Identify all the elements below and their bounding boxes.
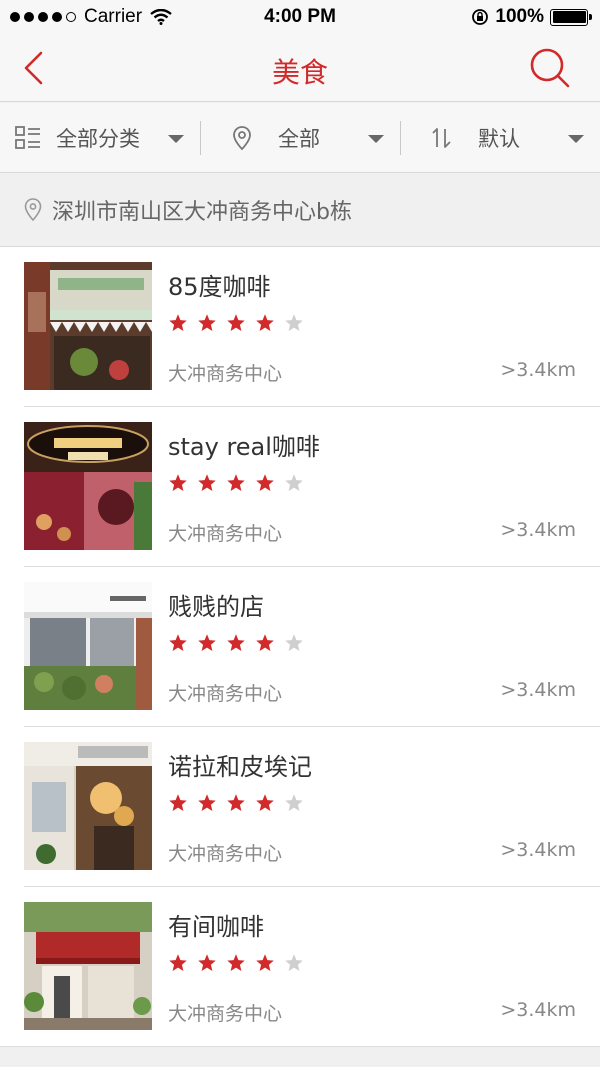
location-pin-icon: [24, 197, 42, 221]
navigation-bar: 美食: [0, 34, 600, 102]
sort-filter-label: 默认: [478, 126, 520, 151]
chevron-down-icon: [368, 135, 384, 143]
restaurant-distance: >3.4km: [500, 359, 576, 381]
star-filled-icon: [256, 314, 274, 331]
category-filter-label: 全部分类: [56, 126, 140, 151]
chevron-down-icon: [168, 135, 184, 143]
star-filled-icon: [198, 954, 216, 971]
restaurant-distance: >3.4km: [500, 839, 576, 861]
restaurant-name: 有间咖啡: [168, 913, 264, 941]
star-filled-icon: [198, 794, 216, 811]
list-item[interactable]: 有间咖啡 大冲商务中心 >3.4km: [0, 887, 600, 1047]
filter-bar: 全部分类 全部 默认: [0, 103, 600, 173]
star-filled-icon: [256, 474, 274, 491]
restaurant-photo: [24, 742, 152, 870]
rating-stars: [168, 793, 304, 813]
restaurant-name: 贱贱的店: [168, 593, 264, 621]
chevron-down-icon: [568, 135, 584, 143]
star-filled-icon: [227, 314, 245, 331]
page-title: 美食: [271, 56, 328, 89]
rotation-lock-icon: [472, 9, 489, 25]
rating-stars: [168, 953, 304, 973]
restaurant-area: 大冲商务中心: [168, 843, 283, 865]
star-filled-icon: [256, 634, 274, 651]
restaurant-photo: [24, 422, 152, 550]
category-filter[interactable]: 全部分类: [0, 103, 200, 172]
area-filter[interactable]: 全部: [200, 103, 400, 172]
star-filled-icon: [169, 314, 187, 331]
star-empty-icon: [285, 474, 303, 491]
star-empty-icon: [285, 314, 303, 331]
battery-icon: [550, 8, 592, 26]
restaurant-area: 大冲商务中心: [168, 363, 283, 385]
star-filled-icon: [227, 794, 245, 811]
restaurant-photo: [24, 262, 152, 390]
status-bar: Carrier 4:00 PM 100%: [0, 0, 600, 34]
chevron-left-icon: [24, 51, 43, 85]
restaurant-name: 85度咖啡: [168, 273, 271, 301]
star-empty-icon: [285, 954, 303, 971]
star-filled-icon: [169, 474, 187, 491]
current-location-bar[interactable]: 深圳市南山区大冲商务中心b栋: [0, 173, 600, 247]
restaurant-name: stay real咖啡: [168, 433, 320, 461]
rating-stars: [168, 633, 304, 653]
list-item[interactable]: 85度咖啡 大冲商务中心 >3.4km: [0, 247, 600, 407]
restaurant-photo: [24, 582, 152, 710]
list-item[interactable]: 贱贱的店 大冲商务中心 >3.4km: [0, 567, 600, 727]
restaurant-area: 大冲商务中心: [168, 1003, 283, 1025]
area-filter-label: 全部: [278, 126, 320, 151]
category-grid-icon: [15, 125, 40, 149]
list-item[interactable]: stay real咖啡 大冲商务中心 >3.4km: [0, 407, 600, 567]
current-location-text: 深圳市南山区大冲商务中心b栋: [52, 199, 352, 225]
restaurant-distance: >3.4km: [500, 679, 576, 701]
search-button[interactable]: [528, 46, 572, 90]
star-filled-icon: [169, 954, 187, 971]
list-item[interactable]: 诺拉和皮埃记 大冲商务中心 >3.4km: [0, 727, 600, 887]
restaurant-list: 85度咖啡 大冲商务中心 >3.4km stay real咖啡 大冲商务中心 >: [0, 247, 600, 1047]
star-filled-icon: [256, 794, 274, 811]
restaurant-area: 大冲商务中心: [168, 523, 283, 545]
star-empty-icon: [285, 634, 303, 651]
battery-info: 100%: [471, 6, 592, 28]
rating-stars: [168, 313, 304, 333]
location-pin-icon: [233, 125, 251, 150]
star-filled-icon: [198, 314, 216, 331]
star-filled-icon: [227, 474, 245, 491]
sort-icon: [432, 127, 451, 148]
star-empty-icon: [285, 794, 303, 811]
restaurant-distance: >3.4km: [500, 999, 576, 1021]
restaurant-area: 大冲商务中心: [168, 683, 283, 705]
star-filled-icon: [227, 954, 245, 971]
battery-percent: 100%: [495, 6, 544, 27]
sort-filter[interactable]: 默认: [400, 103, 600, 172]
star-filled-icon: [198, 634, 216, 651]
restaurant-photo: [24, 902, 152, 1030]
star-filled-icon: [169, 634, 187, 651]
restaurant-distance: >3.4km: [500, 519, 576, 541]
restaurant-name: 诺拉和皮埃记: [168, 753, 312, 781]
search-icon: [530, 48, 570, 88]
star-filled-icon: [227, 634, 245, 651]
star-filled-icon: [256, 954, 274, 971]
back-button[interactable]: [14, 46, 58, 90]
rating-stars: [168, 473, 304, 493]
star-filled-icon: [198, 474, 216, 491]
star-filled-icon: [169, 794, 187, 811]
